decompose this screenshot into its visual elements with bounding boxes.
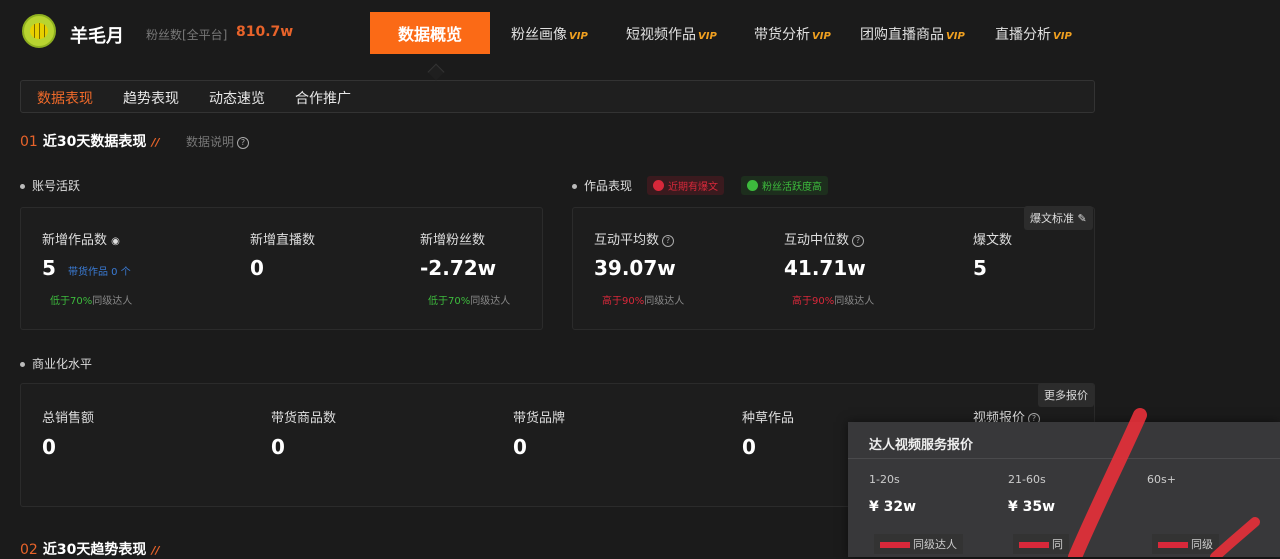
red-annotation-strokes [1068, 408, 1260, 557]
